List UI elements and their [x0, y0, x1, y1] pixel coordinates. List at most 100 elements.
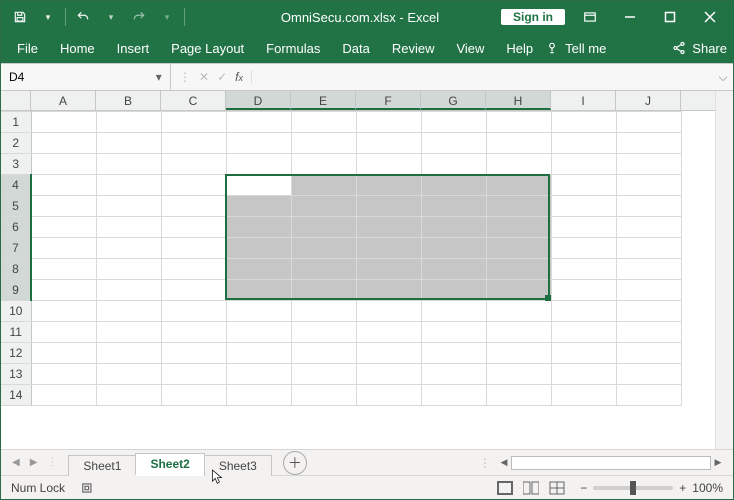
cell-c11[interactable] — [161, 322, 226, 343]
row-header-13[interactable]: 13 — [1, 364, 31, 385]
cell-e4[interactable] — [291, 175, 356, 196]
cell-b1[interactable] — [96, 112, 161, 133]
cell-c8[interactable] — [161, 259, 226, 280]
cell-i13[interactable] — [551, 364, 616, 385]
cell-d2[interactable] — [226, 133, 291, 154]
cell-i10[interactable] — [551, 301, 616, 322]
cell-c5[interactable] — [161, 196, 226, 217]
cell-h4[interactable] — [486, 175, 551, 196]
cell-j9[interactable] — [616, 280, 681, 301]
qat-customize-icon[interactable]: ▾ — [37, 6, 59, 28]
expand-formula-bar-icon[interactable]: ⌵ — [713, 70, 733, 85]
zoom-out-icon[interactable]: − — [580, 481, 587, 495]
cell-g3[interactable] — [421, 154, 486, 175]
cell-a8[interactable] — [31, 259, 96, 280]
ribbon-tab-home[interactable]: Home — [50, 37, 105, 60]
column-header-f[interactable]: F — [356, 91, 421, 110]
cell-c7[interactable] — [161, 238, 226, 259]
column-header-c[interactable]: C — [161, 91, 226, 110]
cell-f1[interactable] — [356, 112, 421, 133]
column-header-j[interactable]: J — [616, 91, 681, 110]
row-header-6[interactable]: 6 — [1, 217, 31, 238]
hscroll-right-icon[interactable]: ▶ — [711, 456, 725, 470]
cell-e11[interactable] — [291, 322, 356, 343]
column-header-h[interactable]: H — [486, 91, 551, 110]
cell-e6[interactable] — [291, 217, 356, 238]
vertical-scrollbar[interactable] — [715, 91, 733, 449]
row-header-3[interactable]: 3 — [1, 154, 31, 175]
cell-h2[interactable] — [486, 133, 551, 154]
ribbon-tab-help[interactable]: Help — [496, 37, 543, 60]
macro-record-icon[interactable] — [77, 477, 99, 499]
cell-j5[interactable] — [616, 196, 681, 217]
cell-a2[interactable] — [31, 133, 96, 154]
cell-c10[interactable] — [161, 301, 226, 322]
share-button[interactable]: Share — [672, 41, 727, 56]
cell-b4[interactable] — [96, 175, 161, 196]
cell-j7[interactable] — [616, 238, 681, 259]
row-header-11[interactable]: 11 — [1, 322, 31, 343]
cell-c6[interactable] — [161, 217, 226, 238]
fx-icon[interactable]: fx — [235, 70, 243, 84]
cell-j14[interactable] — [616, 385, 681, 406]
cell-d6[interactable] — [226, 217, 291, 238]
cell-b11[interactable] — [96, 322, 161, 343]
cell-g14[interactable] — [421, 385, 486, 406]
ribbon-tab-review[interactable]: Review — [382, 37, 445, 60]
zoom-level[interactable]: 100% — [692, 481, 723, 495]
cell-d1[interactable] — [226, 112, 291, 133]
cell-g8[interactable] — [421, 259, 486, 280]
row-header-4[interactable]: 4 — [1, 175, 31, 196]
column-header-d[interactable]: D — [226, 91, 291, 110]
row-header-7[interactable]: 7 — [1, 238, 31, 259]
cell-b8[interactable] — [96, 259, 161, 280]
cell-d11[interactable] — [226, 322, 291, 343]
cell-g4[interactable] — [421, 175, 486, 196]
row-header-9[interactable]: 9 — [1, 280, 31, 301]
cell-i14[interactable] — [551, 385, 616, 406]
ribbon-tab-data[interactable]: Data — [332, 37, 379, 60]
cell-c2[interactable] — [161, 133, 226, 154]
cell-i3[interactable] — [551, 154, 616, 175]
cell-d3[interactable] — [226, 154, 291, 175]
cell-h1[interactable] — [486, 112, 551, 133]
cell-d7[interactable] — [226, 238, 291, 259]
cell-b13[interactable] — [96, 364, 161, 385]
cell-a3[interactable] — [31, 154, 96, 175]
cell-g9[interactable] — [421, 280, 486, 301]
column-header-e[interactable]: E — [291, 91, 356, 110]
cell-f4[interactable] — [356, 175, 421, 196]
cell-i4[interactable] — [551, 175, 616, 196]
cell-i6[interactable] — [551, 217, 616, 238]
cell-g11[interactable] — [421, 322, 486, 343]
ribbon-display-icon[interactable] — [575, 1, 605, 33]
cell-j1[interactable] — [616, 112, 681, 133]
save-icon[interactable] — [9, 6, 31, 28]
row-header-14[interactable]: 14 — [1, 385, 31, 406]
zoom-control[interactable]: − + 100% — [580, 481, 723, 495]
cell-h9[interactable] — [486, 280, 551, 301]
select-all-corner[interactable] — [1, 91, 31, 110]
cell-e14[interactable] — [291, 385, 356, 406]
cell-h13[interactable] — [486, 364, 551, 385]
cell-h8[interactable] — [486, 259, 551, 280]
cell-b5[interactable] — [96, 196, 161, 217]
cell-b2[interactable] — [96, 133, 161, 154]
cell-b9[interactable] — [96, 280, 161, 301]
cell-f8[interactable] — [356, 259, 421, 280]
cell-j11[interactable] — [616, 322, 681, 343]
minimize-button[interactable] — [615, 1, 645, 33]
cell-d10[interactable] — [226, 301, 291, 322]
cell-a10[interactable] — [31, 301, 96, 322]
cell-i8[interactable] — [551, 259, 616, 280]
column-header-b[interactable]: B — [96, 91, 161, 110]
zoom-slider[interactable] — [593, 486, 673, 490]
cell-a6[interactable] — [31, 217, 96, 238]
cell-c14[interactable] — [161, 385, 226, 406]
cells-table[interactable]: 1234567891011121314 — [1, 111, 682, 406]
cell-a5[interactable] — [31, 196, 96, 217]
undo-icon[interactable] — [72, 6, 94, 28]
cell-h7[interactable] — [486, 238, 551, 259]
cell-a1[interactable] — [31, 112, 96, 133]
cancel-formula-icon[interactable]: ✕ — [199, 70, 209, 84]
